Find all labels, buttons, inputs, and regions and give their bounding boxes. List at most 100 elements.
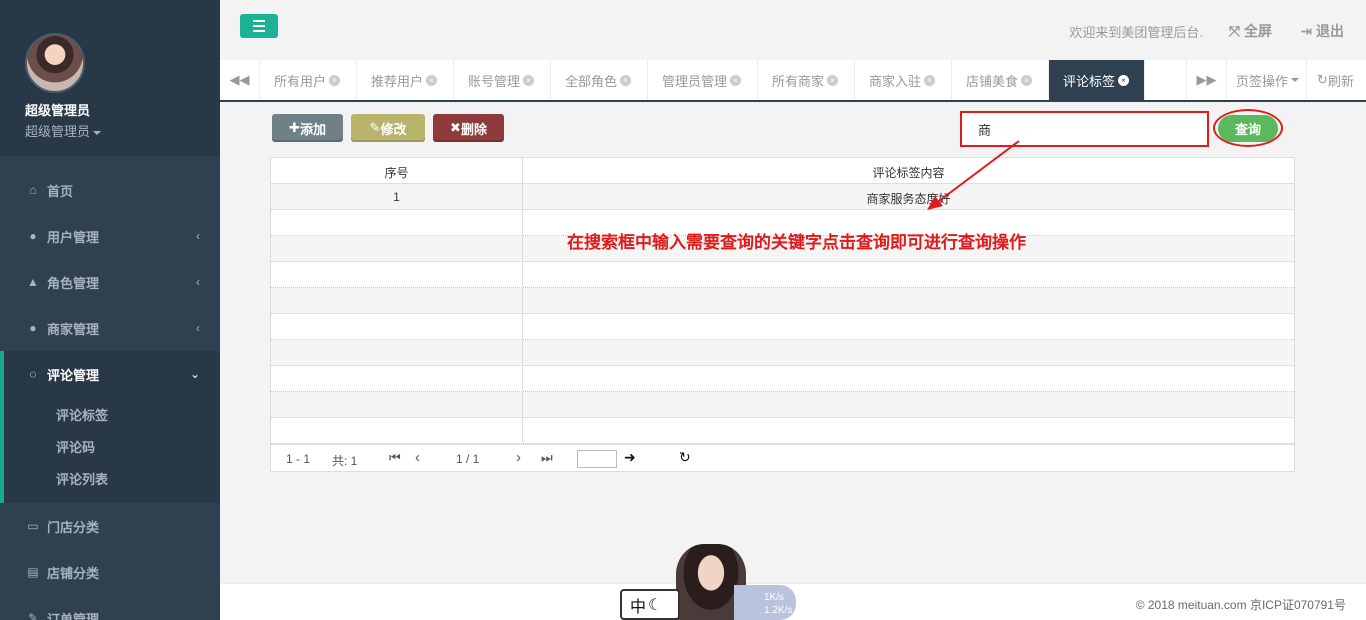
- header-content[interactable]: 评论标签内容: [522, 158, 1294, 183]
- sign-out-icon: ⇥: [1300, 23, 1316, 39]
- tab-recommended-users[interactable]: 推荐用户 ×: [357, 60, 454, 100]
- close-icon[interactable]: ×: [329, 74, 341, 86]
- prev-page-icon[interactable]: ‹: [415, 449, 420, 466]
- avatar[interactable]: [25, 33, 85, 93]
- cell-empty: [522, 314, 1294, 339]
- tab-admin-management[interactable]: 管理员管理 ×: [648, 60, 758, 100]
- delete-label: 删除: [460, 121, 487, 137]
- table-row-empty: [271, 288, 1294, 314]
- refresh-tab-button[interactable]: ↻ 刷新: [1306, 60, 1366, 100]
- sidebar-item-shop-category[interactable]: ▤ 店铺分类: [0, 549, 220, 595]
- header-index[interactable]: 序号: [271, 164, 522, 181]
- top-bar: 欢迎来到美团管理后台. ⤧ 全屏 ⇥ 退出: [220, 0, 1366, 60]
- tabs-scroll-left-button[interactable]: ◀◀: [220, 60, 260, 100]
- sidebar-item-orders[interactable]: ✎ 订单管理: [0, 595, 220, 620]
- hamburger-icon: [253, 20, 265, 22]
- remove-icon: ✖: [450, 120, 461, 135]
- sidebar-item-roles[interactable]: ▲ 角色管理 ‹: [0, 259, 220, 305]
- sidebar-item-merchants[interactable]: ● 商家管理 ‹: [0, 305, 220, 351]
- tab-shop-food[interactable]: 店铺美食 ×: [952, 60, 1049, 100]
- close-icon[interactable]: ×: [1021, 74, 1033, 86]
- table-row-empty: [271, 392, 1294, 418]
- user-plus-icon: ●: [29, 321, 37, 335]
- edit-button[interactable]: ✎ 修改: [351, 114, 425, 142]
- download-speed: 1.2K/s: [764, 605, 793, 616]
- cell-empty: [522, 366, 1294, 391]
- tab-all-users[interactable]: 所有用户 ×: [260, 60, 357, 100]
- sidebar-item-store-category[interactable]: ▭ 门店分类: [0, 503, 220, 549]
- close-icon[interactable]: ×: [924, 74, 936, 86]
- query-highlight: 查询: [1213, 109, 1283, 147]
- tabs-scroll-right-button[interactable]: ▶▶: [1186, 60, 1226, 100]
- tab-merchant-onboarding[interactable]: 商家入驻 ×: [855, 60, 952, 100]
- close-icon[interactable]: ×: [1118, 74, 1130, 86]
- close-icon[interactable]: ×: [620, 74, 632, 86]
- arrow-head: [927, 196, 943, 210]
- tab-label: 账号管理: [468, 73, 521, 89]
- tab-all-roles[interactable]: 全部角色 ×: [551, 60, 648, 100]
- sidebar-item-label: 门店分类: [47, 519, 100, 535]
- comment-icon: ◌: [29, 367, 37, 381]
- cell-empty: [522, 262, 1294, 287]
- sidebar-item-comments[interactable]: ◌ 评论管理 ⌄: [0, 351, 220, 397]
- desktop-icon: ▭: [27, 519, 39, 533]
- flask-icon: ▲: [27, 275, 39, 289]
- edit-icon: ✎: [369, 120, 381, 135]
- sidebar-item-label: 店铺分类: [47, 565, 100, 581]
- close-icon[interactable]: ×: [827, 74, 839, 86]
- refresh-label: 刷新: [1327, 73, 1354, 89]
- cell-empty: [522, 288, 1294, 313]
- cell-empty: [522, 392, 1294, 417]
- sidebar-item-label: 角色管理: [47, 275, 100, 291]
- close-icon[interactable]: ×: [523, 74, 535, 86]
- submenu-item-comment-tags[interactable]: 评论标签: [56, 405, 108, 424]
- logout-button[interactable]: ⇥ 退出: [1300, 21, 1344, 41]
- tab-account-management[interactable]: 账号管理 ×: [454, 60, 551, 100]
- sidebar-item-users[interactable]: ● 用户管理 ‹: [0, 213, 220, 259]
- tab-label: 所有商家: [772, 73, 825, 89]
- user-role: 超级管理员: [25, 124, 91, 139]
- menu-toggle-button[interactable]: [240, 14, 278, 38]
- table-row-empty: [271, 262, 1294, 288]
- annotation-text: 在搜索框中输入需要查询的关键字点击查询即可进行查询操作: [567, 233, 1026, 252]
- user-name: 超级管理员: [25, 103, 91, 118]
- submenu-item-comment-code[interactable]: 评论码: [56, 437, 95, 456]
- next-page-icon[interactable]: ›: [516, 449, 521, 466]
- submenu-item-comment-list[interactable]: 评论列表: [56, 469, 108, 488]
- user-icon: ●: [29, 229, 37, 243]
- delete-button[interactable]: ✖ 删除: [433, 114, 504, 142]
- tab-label: 全部角色: [565, 73, 618, 89]
- table-row-empty: [271, 418, 1294, 444]
- main-content: ✚ 添加 ✎ 修改 ✖ 删除 商 查询 序号 评论标签内容 1 商家服务态度好 …: [220, 102, 1366, 583]
- first-page-icon[interactable]: ⏮: [389, 450, 401, 466]
- expand-icon: ⤧: [1228, 23, 1244, 39]
- tab-label: 评论标签: [1063, 73, 1116, 89]
- ime-label: 中: [630, 598, 647, 616]
- tab-label: 店铺美食: [966, 73, 1019, 89]
- forward-icon: ▶▶: [1196, 72, 1217, 87]
- go-arrow-icon[interactable]: ➜: [624, 449, 636, 466]
- last-page-icon[interactable]: ⏭: [541, 450, 553, 466]
- fullscreen-label: 全屏: [1244, 23, 1272, 39]
- page-ops-dropdown[interactable]: 页签操作: [1226, 60, 1306, 100]
- tab-label: 推荐用户: [371, 73, 424, 89]
- tab-comment-tags[interactable]: 评论标签 ×: [1049, 60, 1145, 100]
- query-button[interactable]: 查询: [1218, 114, 1278, 142]
- tab-all-merchants[interactable]: 所有商家 ×: [758, 60, 855, 100]
- close-icon[interactable]: ×: [730, 74, 742, 86]
- close-icon[interactable]: ×: [426, 74, 438, 86]
- fullscreen-button[interactable]: ⤧ 全屏: [1229, 21, 1272, 41]
- ime-indicator[interactable]: 中 ☾: [620, 589, 680, 620]
- user-role-dropdown[interactable]: 超级管理员: [25, 121, 220, 140]
- pager-pages: 1 / 1: [456, 452, 480, 466]
- welcome-text: 欢迎来到美团管理后台.: [1069, 25, 1203, 40]
- add-button[interactable]: ✚ 添加: [272, 114, 343, 142]
- sidebar-item-home[interactable]: ⌂ 首页: [0, 167, 220, 213]
- page-number-input[interactable]: [577, 450, 617, 468]
- reload-icon[interactable]: ↻: [679, 449, 691, 466]
- table-row[interactable]: 1 商家服务态度好: [271, 184, 1294, 210]
- hamburger-icon-line: [253, 30, 265, 32]
- tab-label: 管理员管理: [662, 73, 728, 89]
- upload-speed: 1K/s: [764, 592, 785, 603]
- logout-label: 退出: [1316, 23, 1344, 39]
